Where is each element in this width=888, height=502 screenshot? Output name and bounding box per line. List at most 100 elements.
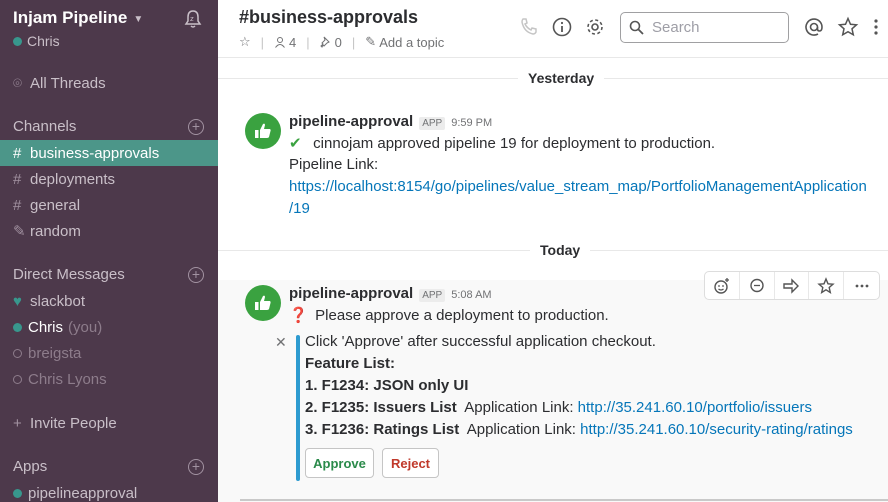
sidebar-item-label: deployments [30,170,116,188]
check-mark-icon: ✔ [289,135,302,152]
app-badge: APP [419,117,446,130]
pipeline-link[interactable]: https://localhost:8154/go/pipelines/valu… [289,178,867,195]
more-actions-button[interactable] [844,272,879,299]
thumbs-up-icon [255,295,271,310]
pins-button[interactable]: 0 [319,34,342,50]
sidebar-item-label: breigsta [28,344,82,362]
share-message-button[interactable] [775,272,810,299]
sidebar-item-business-approvals[interactable]: # business-approvals [0,140,218,166]
hash-icon: # [13,196,22,214]
person-icon [275,37,285,48]
pin-icon [319,36,330,48]
add-reaction-icon [714,277,729,294]
avatar[interactable] [245,285,281,321]
share-arrow-icon [783,277,800,294]
search-icon [629,20,644,35]
feature-list-title: Feature List: [305,355,396,372]
application-link[interactable]: http://35.241.60.10/security-rating/rati… [580,421,853,438]
approve-button[interactable]: Approve [305,448,374,478]
invite-people-button[interactable]: + Invite People [0,410,218,436]
info-icon[interactable] [551,16,573,38]
sidebar-item-label: pipelineapproval [28,484,138,502]
attachment-bar [296,335,300,481]
author-name: pipeline-approval [289,285,414,302]
pencil-icon: ✎ [13,223,26,240]
hash-icon: # [13,144,22,162]
application-link[interactable]: http://35.241.60.10/portfolio/issuers [578,399,812,416]
add-channel-icon[interactable]: + [188,119,204,135]
sidebar-item-deployments[interactable]: # deployments [0,166,218,192]
team-name-button[interactable]: Injam Pipeline ▼ [13,8,143,28]
add-dm-icon[interactable]: + [188,267,204,283]
sidebar-item-general[interactable]: # general [0,192,218,218]
message-line: ✔ cinnojam approved pipeline 19 for depl… [289,134,715,152]
sidebar-item-chris-lyons[interactable]: Chris Lyons [0,366,218,392]
start-thread-button[interactable] [740,272,775,299]
hash-icon: # [13,170,22,188]
direct-messages-header[interactable]: Direct Messages [13,266,125,283]
mentions-icon[interactable] [803,16,825,38]
message-author[interactable]: pipeline-approval APP 5:08 AM [289,285,492,302]
plus-icon: + [13,414,22,432]
search-placeholder: Search [652,19,700,36]
message-text: Pipeline Link: [289,156,379,173]
you-suffix: (you) [68,318,103,336]
pipeline-link-continuation[interactable]: /19 [289,200,310,217]
star-channel-icon[interactable]: ☆ [239,34,251,50]
invite-people-label: Invite People [30,414,117,432]
add-app-icon[interactable]: + [188,459,204,475]
add-reaction-button[interactable] [705,272,740,299]
sidebar-item-label: Chris Lyons [28,370,107,388]
message-text: cinnojam approved pipeline 19 for deploy… [313,135,716,152]
team-name: Injam Pipeline [13,8,128,27]
search-input[interactable]: Search [620,12,789,43]
sidebar-item-label: All Threads [30,74,106,92]
sidebar-item-label: business-approvals [30,144,160,162]
feature-item: 1. F1234: JSON only UI [305,377,469,394]
feature-item: 3. F1236: Ratings List Application Link:… [305,421,853,438]
attachment-text: Click 'Approve' after successful applica… [305,333,656,350]
current-user-name: Chris [27,33,60,49]
thread-icon [749,278,764,292]
sidebar-item-pipelineapproval[interactable]: pipelineapproval [0,480,218,502]
chevron-down-icon: ▼ [133,14,144,25]
current-user[interactable]: Chris [13,33,60,49]
sidebar: Injam Pipeline ▼ Chris z ⌾ All Threads C… [0,0,218,502]
presence-icon [13,488,22,498]
phone-icon[interactable] [518,16,540,38]
sidebar-item-slackbot[interactable]: ♥ slackbot [0,288,218,314]
star-icon [817,276,835,294]
star-icon[interactable] [837,16,859,38]
timestamp[interactable]: 5:08 AM [451,289,491,301]
close-attachment-icon[interactable]: ✕ [275,334,287,351]
app-badge: APP [419,289,446,302]
threads-icon: ⌾ [13,74,23,92]
sidebar-item-label: random [30,222,81,240]
channel-meta: ☆ | 4 | 0 | ✎ Add a topic [239,34,445,50]
add-topic-button[interactable]: ✎ Add a topic [365,34,444,50]
sidebar-item-all-threads[interactable]: ⌾ All Threads [0,70,218,96]
message-pane: Yesterday pipeline-approval APP 9:59 PM … [218,59,888,502]
members-button[interactable]: 4 [274,35,296,50]
presence-away-icon [13,374,22,384]
message-author[interactable]: pipeline-approval APP 9:59 PM [289,113,492,130]
sidebar-item-chris[interactable]: Chris (you) [0,314,218,340]
pencil-icon: ✎ [365,34,377,49]
channels-header[interactable]: Channels [13,118,76,135]
notifications-bell-icon[interactable]: z [183,9,203,29]
gear-icon[interactable] [584,16,606,38]
reject-button[interactable]: Reject [382,448,439,478]
timestamp[interactable]: 9:59 PM [451,117,492,129]
question-mark-icon: ❓ [289,307,308,324]
avatar[interactable] [245,113,281,149]
thumbs-up-icon [255,123,271,138]
channel-title[interactable]: #business-approvals [239,7,418,28]
more-vertical-icon[interactable] [868,16,884,38]
apps-header[interactable]: Apps [13,458,47,475]
application-link-label: Application Link: [466,421,576,438]
message-text: Please approve a deployment to productio… [315,307,609,324]
pins-count: 0 [334,34,342,50]
sidebar-item-random[interactable]: ✎ random [0,218,218,244]
sidebar-item-breigsta[interactable]: breigsta [0,340,218,366]
star-message-button[interactable] [809,272,845,299]
